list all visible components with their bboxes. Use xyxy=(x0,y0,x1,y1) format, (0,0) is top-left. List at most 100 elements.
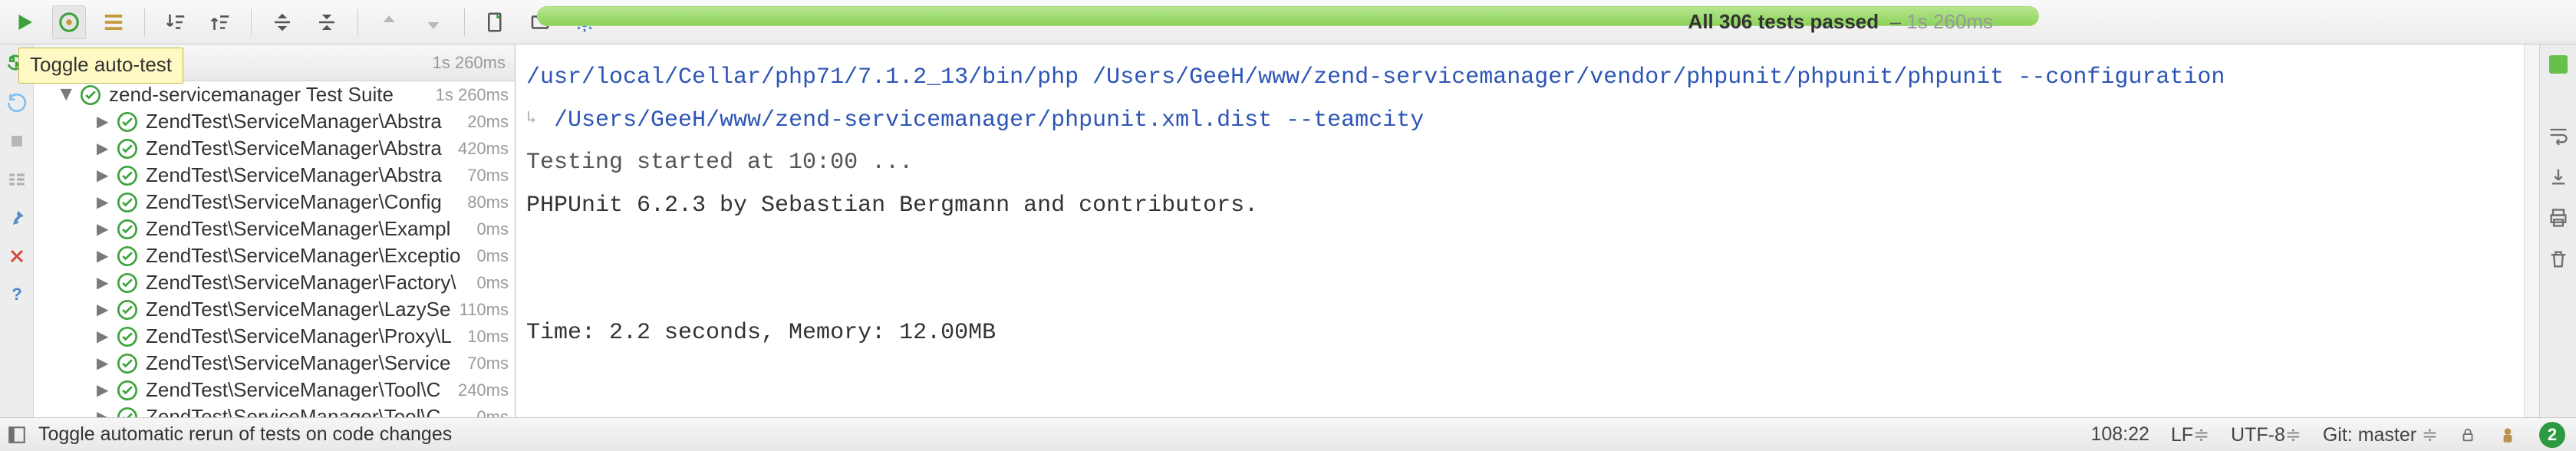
pass-icon xyxy=(117,380,138,401)
test-item-time: 110ms xyxy=(453,300,509,320)
test-toolbar: All 306 tests passed – 1s 260ms xyxy=(0,0,2576,44)
test-item[interactable]: ▶ZendTest\ServiceManager\Tool\C240ms xyxy=(34,377,515,403)
pin-icon[interactable] xyxy=(5,206,29,230)
test-item[interactable]: ▶ZendTest\ServiceManager\Tool\C0ms xyxy=(34,403,515,417)
main-area: ? ▼ sults 1s 260ms ▶ zend-servicemanage xyxy=(0,44,2576,417)
test-tree-panel: ▼ sults 1s 260ms ▶ zend-servicemanager T… xyxy=(34,44,516,417)
lock-icon[interactable] xyxy=(2459,426,2476,443)
pass-icon xyxy=(117,165,138,186)
test-item[interactable]: ▶ZendTest\ServiceManager\Factory\0ms xyxy=(34,269,515,296)
left-gutter: ? xyxy=(0,44,34,417)
pass-icon xyxy=(117,219,138,240)
test-item-label: ZendTest\ServiceManager\Abstra xyxy=(146,163,461,187)
test-item[interactable]: ▶ ZendTest\ServiceManager\Exampl0ms xyxy=(34,216,515,242)
toggle-autotest-button[interactable] xyxy=(52,5,86,39)
caret-position[interactable]: 108:22 xyxy=(2090,423,2149,446)
expand-icon[interactable]: ▶ xyxy=(97,219,108,239)
test-item-label: ZendTest\ServiceManager\Tool\C xyxy=(146,378,452,402)
prev-failed-icon[interactable] xyxy=(372,5,406,39)
pass-icon xyxy=(117,407,138,418)
test-item-label: ZendTest\ServiceManager\Abstra xyxy=(146,137,452,160)
console-output[interactable]: /usr/local/Cellar/php71/7.1.2_13/bin/php… xyxy=(516,44,2524,417)
clear-all-icon[interactable] xyxy=(2546,247,2571,272)
dump-threads-icon[interactable] xyxy=(5,167,29,192)
rerun-failed-icon[interactable] xyxy=(5,91,29,115)
test-item[interactable]: ▶ ZendTest\ServiceManager\Exceptio0ms xyxy=(34,242,515,269)
expand-icon[interactable]: ▶ xyxy=(58,89,77,100)
test-item-label: ZendTest\ServiceManager\Factory\ xyxy=(146,271,470,295)
expand-icon[interactable]: ▶ xyxy=(97,407,108,417)
file-encoding[interactable]: UTF-8≑ xyxy=(2231,423,2301,446)
sort-up-icon[interactable] xyxy=(203,5,237,39)
suite-label: zend-servicemanager Test Suite xyxy=(109,83,430,107)
test-item-time: 0ms xyxy=(470,219,509,239)
export-results-icon[interactable] xyxy=(479,5,512,39)
inspection-indicator[interactable] xyxy=(2549,55,2568,74)
pass-icon xyxy=(117,111,138,133)
test-item-label: ZendTest\ServiceManager\Tool\C xyxy=(146,405,470,417)
print-icon[interactable] xyxy=(2546,206,2571,230)
expand-icon[interactable]: ▶ xyxy=(97,193,108,212)
test-item-time: 80ms xyxy=(461,193,509,212)
expand-icon[interactable]: ▶ xyxy=(97,327,108,346)
test-item-time: 70ms xyxy=(461,354,509,374)
expand-icon[interactable]: ▶ xyxy=(97,112,108,131)
expand-icon[interactable]: ▶ xyxy=(97,273,108,292)
test-item-time: 20ms xyxy=(461,112,509,132)
run-button[interactable] xyxy=(8,5,41,39)
pass-icon xyxy=(117,192,138,213)
test-item-time: 10ms xyxy=(461,327,509,347)
test-item[interactable]: ▶ZendTest\ServiceManager\LazySe110ms xyxy=(34,296,515,323)
test-item-label: ZendTest\ServiceManager\Exampl xyxy=(146,217,470,241)
git-branch-widget[interactable]: Git: master ≑ xyxy=(2323,423,2438,446)
test-item[interactable]: ▶ ZendTest\ServiceManager\Config80ms xyxy=(34,189,515,216)
pass-icon xyxy=(80,84,101,106)
stop-icon[interactable] xyxy=(5,129,29,153)
history-button[interactable] xyxy=(97,5,130,39)
test-item-label: ZendTest\ServiceManager\Config xyxy=(146,190,461,214)
tree-header-time: 1s 260ms xyxy=(433,53,506,73)
test-item-label: ZendTest\ServiceManager\Proxy\L xyxy=(146,324,461,348)
right-gutter xyxy=(2539,44,2576,417)
console-scrollbar[interactable] xyxy=(2524,44,2539,417)
statusbar-right: 108:22 LF≑ UTF-8≑ Git: master ≑ 2 xyxy=(2090,422,2576,448)
tool-window-toggle-icon[interactable] xyxy=(0,425,34,445)
expand-all-icon[interactable] xyxy=(265,5,299,39)
scroll-to-end-icon[interactable] xyxy=(2546,164,2571,189)
sort-down-icon[interactable] xyxy=(159,5,193,39)
test-item[interactable]: ▶ ZendTest\ServiceManager\Abstra420ms xyxy=(34,135,515,162)
pass-icon xyxy=(117,272,138,294)
collapse-all-icon[interactable] xyxy=(310,5,344,39)
statusbar-message: Toggle automatic rerun of tests on code … xyxy=(34,423,2090,446)
next-failed-icon[interactable] xyxy=(417,5,450,39)
expand-icon[interactable]: ▶ xyxy=(97,354,108,373)
line-separator[interactable]: LF≑ xyxy=(2171,423,2209,446)
test-suite-root[interactable]: ▶ zend-servicemanager Test Suite 1s 260m… xyxy=(34,81,515,108)
test-item-label: ZendTest\ServiceManager\Exceptio xyxy=(146,244,470,268)
expand-icon[interactable]: ▶ xyxy=(97,300,108,319)
expand-icon[interactable]: ▶ xyxy=(97,246,108,265)
test-item[interactable]: ▶ ZendTest\ServiceManager\Service70ms xyxy=(34,350,515,377)
test-item-time: 0ms xyxy=(470,246,509,266)
expand-icon[interactable]: ▶ xyxy=(97,139,108,158)
test-item-label: ZendTest\ServiceManager\Service xyxy=(146,351,461,375)
console-panel: /usr/local/Cellar/php71/7.1.2_13/bin/php… xyxy=(516,44,2539,417)
notifications-badge[interactable]: 2 xyxy=(2539,422,2565,448)
test-item-label: ZendTest\ServiceManager\Abstra xyxy=(146,110,461,133)
close-icon[interactable] xyxy=(5,244,29,268)
test-item[interactable]: ▶ ZendTest\ServiceManager\Abstra20ms xyxy=(34,108,515,135)
status-bar: Toggle automatic rerun of tests on code … xyxy=(0,417,2576,451)
test-tree-body[interactable]: ▶ zend-servicemanager Test Suite 1s 260m… xyxy=(34,81,515,417)
expand-icon[interactable]: ▶ xyxy=(97,380,108,400)
hector-icon[interactable] xyxy=(2498,425,2518,445)
test-item[interactable]: ▶ ZendTest\ServiceManager\Proxy\L10ms xyxy=(34,323,515,350)
help-icon[interactable]: ? xyxy=(5,282,29,307)
test-item-time: 70ms xyxy=(461,166,509,186)
toolbar-left-group xyxy=(0,5,601,39)
test-item[interactable]: ▶ ZendTest\ServiceManager\Abstra70ms xyxy=(34,162,515,189)
suite-time: 1s 260ms xyxy=(430,85,509,105)
expand-icon[interactable]: ▶ xyxy=(97,166,108,185)
soft-wrap-toggle-icon[interactable] xyxy=(2546,123,2571,147)
pass-icon xyxy=(117,138,138,160)
test-item-time: 420ms xyxy=(452,139,509,159)
